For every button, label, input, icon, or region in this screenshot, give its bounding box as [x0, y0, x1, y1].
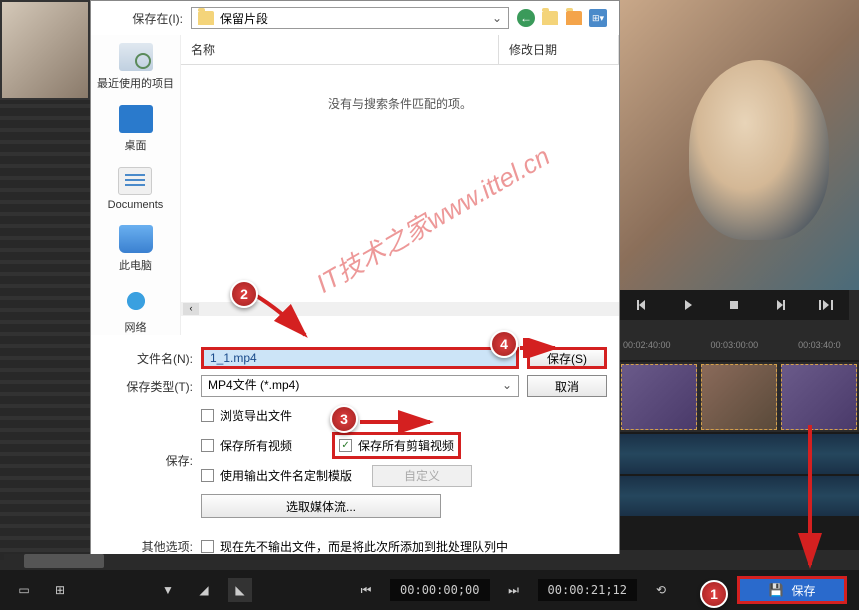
marker-in-icon[interactable]: ◢ [192, 578, 216, 602]
form-area: 文件名(N): 保存(S) 保存类型(T): MP4文件 (*.mp4) 取消 … [91, 335, 619, 571]
annotation-badge-1: 1 [700, 580, 728, 608]
project-icon[interactable]: ▭ [12, 578, 36, 602]
checkbox-save-all-clip[interactable]: ✓ [339, 439, 352, 452]
time-start[interactable]: 00:00:00;00 [390, 579, 489, 601]
audio-track[interactable] [619, 476, 859, 516]
timeline-panel[interactable]: 00:02:40:00 00:03:00:00 00:03:40:0 [619, 330, 859, 550]
checkbox-label: 浏览导出文件 [220, 407, 292, 424]
custom-button: 自定义 [372, 465, 472, 487]
checkbox-label: 现在先不输出文件，而是将此次所添加到批处理队列中 [220, 538, 508, 555]
checkbox-use-template[interactable] [201, 469, 214, 482]
folder-icon [198, 11, 214, 25]
play-button[interactable] [677, 294, 699, 316]
checkbox-label: 使用输出文件名定制模版 [220, 467, 352, 484]
timeline-clip[interactable] [621, 364, 697, 430]
computer-icon [119, 225, 153, 253]
new-folder-icon[interactable] [565, 9, 583, 27]
next-frame-button[interactable] [769, 294, 791, 316]
sidebar-item-documents[interactable]: Documents [108, 167, 164, 211]
column-name[interactable]: 名称 [181, 35, 499, 64]
back-icon[interactable]: ← [517, 9, 535, 27]
loop-icon[interactable]: ⟲ [649, 578, 673, 602]
sidebar-item-recent[interactable]: 最近使用的项目 [97, 43, 174, 91]
filename-input[interactable] [201, 347, 519, 369]
marker-out-icon[interactable]: ◣ [228, 578, 252, 602]
other-options-label: 其他选项: [103, 538, 193, 555]
bottom-save-button[interactable]: 💾 保存 [737, 576, 847, 604]
save-button[interactable]: 保存(S) [527, 347, 607, 369]
ruler-tick: 00:03:00:00 [711, 340, 759, 350]
checkbox-save-all-video[interactable] [201, 439, 214, 452]
sidebar-item-network[interactable]: 网络 [119, 287, 153, 335]
checkbox-browse-export[interactable] [201, 409, 214, 422]
select-media-stream-button[interactable]: 选取媒体流... [201, 494, 441, 518]
save-dialog: 保存在(I): 保留片段 ⌄ ← ⊞▾ 最近使用的项目 桌面 Docume [90, 0, 620, 560]
video-track[interactable] [619, 362, 859, 432]
prev-frame-button[interactable] [631, 294, 653, 316]
preview-panel [619, 0, 859, 290]
filename-label: 文件名(N): [103, 350, 193, 367]
editor-horizontal-scrollbar[interactable] [4, 554, 855, 568]
time-end[interactable]: 00:00:21;12 [538, 579, 637, 601]
stop-button[interactable] [723, 294, 745, 316]
goto-end-button[interactable] [815, 294, 837, 316]
scroll-left-icon[interactable]: ‹ [183, 303, 199, 315]
file-list-header: 名称 修改日期 [181, 35, 619, 65]
up-icon[interactable] [541, 9, 559, 27]
cancel-button[interactable]: 取消 [527, 375, 607, 397]
player-controls [619, 290, 849, 320]
save-in-value: 保留片段 [220, 10, 268, 27]
filetype-label: 保存类型(T): [103, 378, 193, 395]
save-in-label: 保存在(I): [103, 10, 183, 27]
sidebar-item-thispc[interactable]: 此电脑 [119, 225, 153, 273]
ruler-tick: 00:02:40:00 [623, 340, 671, 350]
empty-message: 没有与搜索条件匹配的项。 [181, 65, 619, 142]
scrollbar-thumb[interactable] [24, 554, 104, 568]
recent-icon [119, 43, 153, 71]
save-disk-icon: 💾 [769, 583, 784, 597]
places-sidebar: 最近使用的项目 桌面 Documents 此电脑 网络 [91, 35, 181, 335]
filmstrip-icon[interactable]: ⊞ [48, 578, 72, 602]
timeline-ruler[interactable]: 00:02:40:00 00:03:00:00 00:03:40:0 [619, 330, 859, 360]
audio-track[interactable] [619, 434, 859, 474]
save-options-label: 保存: [103, 452, 193, 469]
ruler-tick: 00:03:40:0 [798, 340, 841, 350]
goto-end-icon[interactable]: ⏭ [502, 578, 526, 602]
save-in-combobox[interactable]: 保留片段 ⌄ [191, 7, 509, 29]
checkbox-label: 保存所有视频 [220, 437, 292, 454]
network-icon [119, 287, 153, 315]
view-icon[interactable]: ⊞▾ [589, 9, 607, 27]
source-thumbnail[interactable] [0, 0, 90, 100]
nav-toolbar: ← ⊞▾ [517, 9, 607, 27]
desktop-icon [119, 105, 153, 133]
filter-icon[interactable]: ▼ [156, 578, 180, 602]
timeline-clip[interactable] [701, 364, 777, 430]
preview-frame-content [689, 60, 829, 240]
checkbox-queue[interactable] [201, 540, 214, 553]
sidebar-item-desktop[interactable]: 桌面 [119, 105, 153, 153]
annotation-badge-4: 4 [490, 330, 518, 358]
annotation-badge-3: 3 [330, 405, 358, 433]
goto-start-icon[interactable]: ⏮ [354, 578, 378, 602]
timeline-clip[interactable] [781, 364, 857, 430]
annotation-badge-2: 2 [230, 280, 258, 308]
checkbox-label: 保存所有剪辑视频 [358, 437, 454, 454]
bottom-toolbar: ▭ ⊞ ▼ ◢ ◣ ⏮ 00:00:00;00 ⏭ 00:00:21;12 ⟲ … [0, 570, 859, 610]
filetype-select[interactable]: MP4文件 (*.mp4) [201, 375, 519, 397]
column-modified[interactable]: 修改日期 [499, 35, 619, 64]
documents-icon [118, 167, 152, 195]
